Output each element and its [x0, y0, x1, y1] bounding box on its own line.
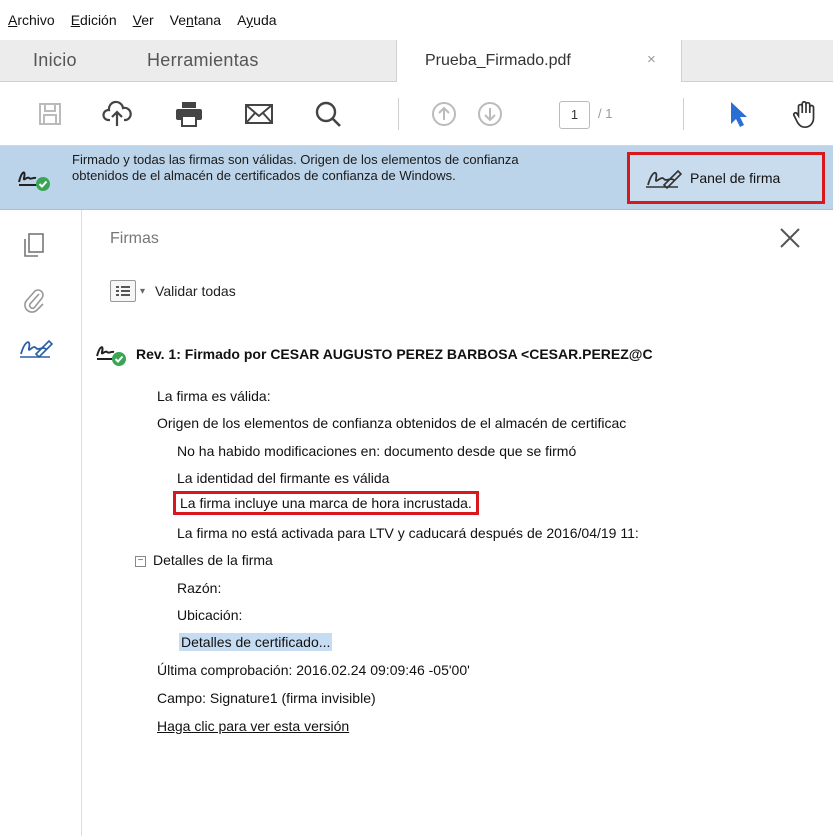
detail-no-modifications: No ha habido modificaciones en: document…: [177, 443, 577, 459]
signature-pen-icon: [646, 169, 683, 190]
email-icon[interactable]: [243, 98, 275, 130]
signature-valid-icon: [96, 346, 126, 366]
menu-ver[interactable]: Ver: [133, 12, 154, 28]
toolbar-separator: [398, 98, 399, 130]
signature-status-message: Firmado y todas las firmas son válidas. …: [72, 152, 519, 183]
view-version-link[interactable]: Haga clic para ver esta versión: [157, 718, 349, 734]
menu-archivo[interactable]: Archivo: [8, 12, 55, 28]
detail-location: Ubicación:: [177, 607, 243, 623]
menu-ayuda[interactable]: Ayuda: [237, 12, 276, 28]
hand-tool-icon[interactable]: [790, 98, 822, 130]
pages-thumbnail-icon[interactable]: [22, 232, 46, 263]
signature-details-label: Detalles de la firma: [153, 552, 273, 568]
detail-ltv-status: La firma no está activada para LTV y cad…: [177, 525, 639, 541]
certificate-details-link[interactable]: Detalles de certificado...: [179, 633, 333, 651]
select-arrow-icon[interactable]: [722, 98, 754, 130]
save-icon[interactable]: [34, 98, 66, 130]
validate-all-row: ▾ Validar todas: [110, 280, 236, 302]
page-up-icon[interactable]: [428, 98, 460, 130]
validate-all-button[interactable]: Validar todas: [155, 283, 236, 299]
detail-signature-valid: La firma es válida:: [157, 388, 271, 404]
tab-bar: Inicio Herramientas Prueba_Firmado.pdf ×: [0, 40, 833, 83]
tab-inicio[interactable]: Inicio: [33, 50, 77, 71]
signature-status-bar: Firmado y todas las firmas son válidas. …: [0, 146, 833, 210]
tab-document-label: Prueba_Firmado.pdf: [425, 52, 571, 69]
detail-timestamp-embedded: La firma incluye una marca de hora incru…: [173, 491, 479, 515]
tab-herramientas[interactable]: Herramientas: [147, 50, 259, 71]
menu-edicion[interactable]: Edición: [71, 12, 117, 28]
attachments-paperclip-icon[interactable]: [22, 286, 46, 319]
page-total: / 1: [598, 106, 613, 121]
navigation-rail: [0, 210, 82, 836]
detail-trust-origin: Origen de los elementos de confianza obt…: [157, 415, 627, 431]
chevron-down-icon[interactable]: ▾: [140, 286, 145, 297]
tab-document[interactable]: Prueba_Firmado.pdf ×: [396, 40, 682, 83]
last-check: Última comprobación: 2016.02.24 09:09:46…: [157, 662, 470, 678]
close-pane-icon[interactable]: [778, 226, 802, 255]
search-icon[interactable]: [312, 98, 344, 130]
menu-bar: Archivo Edición Ver Ventana Ayuda: [0, 0, 833, 40]
signature-panel-button[interactable]: Panel de firma: [627, 152, 825, 204]
toolbar-separator: [683, 98, 684, 130]
collapse-icon[interactable]: −: [135, 555, 146, 567]
signature-panel-label: Panel de firma: [690, 170, 781, 186]
detail-reason: Razón:: [177, 580, 222, 596]
revision-title: Rev. 1: Firmado por CESAR AUGUSTO PEREZ …: [136, 346, 653, 362]
cloud-upload-icon[interactable]: [101, 98, 133, 130]
toolbar: 1 / 1: [0, 82, 833, 146]
menu-ventana[interactable]: Ventana: [170, 12, 221, 28]
signatures-panel-icon[interactable]: [18, 336, 54, 365]
signature-field: Campo: Signature1 (firma invisible): [157, 690, 376, 706]
pane-title: Firmas: [110, 230, 159, 247]
close-tab-icon[interactable]: ×: [647, 51, 656, 68]
detail-identity-valid: La identidad del firmante es válida: [177, 470, 390, 486]
options-list-icon[interactable]: [110, 280, 136, 302]
page-number-input[interactable]: 1: [559, 101, 590, 129]
signature-revision-row[interactable]: Rev. 1: Firmado por CESAR AUGUSTO PEREZ …: [94, 340, 833, 368]
signature-details-header[interactable]: − Detalles de la firma: [135, 552, 273, 568]
page-down-icon[interactable]: [474, 98, 506, 130]
signature-valid-icon: [16, 166, 56, 197]
print-icon[interactable]: [173, 98, 205, 130]
signatures-pane: Firmas ▾ Validar todas Rev. 1: Firmado p…: [82, 210, 833, 836]
